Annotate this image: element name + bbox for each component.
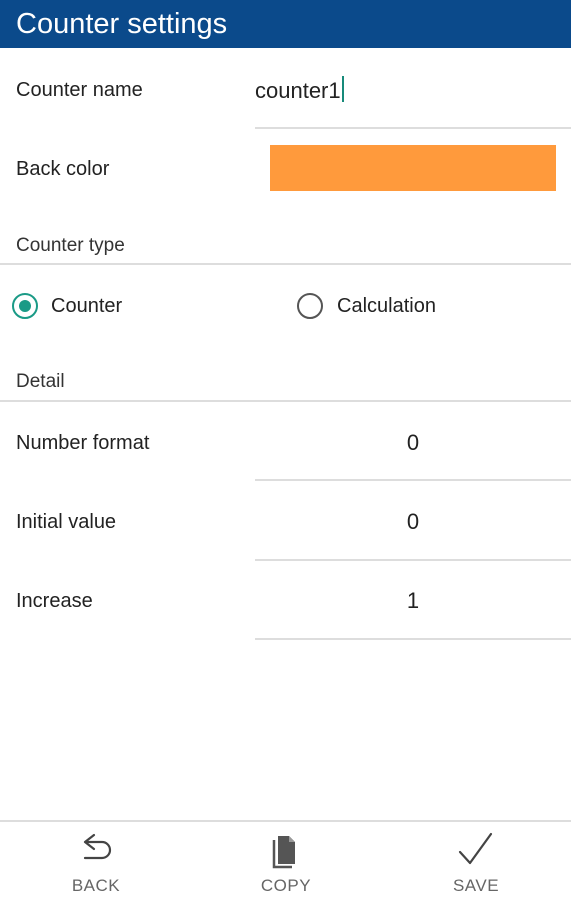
increase-input[interactable]: 1: [255, 588, 571, 614]
text-cursor: [341, 76, 344, 102]
back-color-label: Back color: [16, 158, 110, 180]
copy-button-label: COPY: [260, 876, 312, 895]
counter-name-label: Counter name: [16, 79, 143, 101]
radio-unchecked-icon[interactable]: [297, 293, 323, 319]
copy-button[interactable]: COPY: [216, 822, 356, 902]
counter-name-underline: [255, 127, 571, 129]
detail-divider: [0, 400, 571, 402]
radio-label-calculation: Calculation: [337, 295, 436, 317]
initial-value-input[interactable]: 0: [255, 509, 571, 535]
counter-type-label: Counter type: [16, 235, 125, 256]
back-button-label: BACK: [71, 876, 121, 895]
number-format-underline: [255, 479, 571, 481]
title-bar: Counter settings: [0, 0, 571, 48]
number-format-label: Number format: [16, 432, 150, 454]
initial-value-label: Initial value: [16, 511, 117, 533]
counter-name-input[interactable]: counter1: [255, 76, 344, 104]
page-title: Counter settings: [16, 8, 228, 40]
detail-label: Detail: [16, 371, 65, 392]
counter-name-value: counter1: [255, 78, 341, 103]
save-button-label: SAVE: [452, 876, 500, 895]
save-button[interactable]: SAVE: [406, 822, 546, 902]
checkmark-icon: [458, 832, 493, 865]
increase-label: Increase: [16, 590, 93, 612]
increase-underline: [255, 638, 571, 640]
bottom-action-bar: BACK COPY SAVE: [0, 820, 571, 902]
copy-document-icon: [272, 836, 295, 869]
back-color-swatch[interactable]: [270, 145, 556, 191]
back-button[interactable]: BACK: [26, 822, 166, 902]
undo-arrow-icon: [83, 833, 112, 860]
initial-value-underline: [255, 559, 571, 561]
number-format-input[interactable]: 0: [255, 430, 571, 456]
radio-label-counter: Counter: [51, 295, 123, 317]
counter-type-divider: [0, 263, 571, 265]
radio-checked-icon[interactable]: [12, 293, 38, 319]
